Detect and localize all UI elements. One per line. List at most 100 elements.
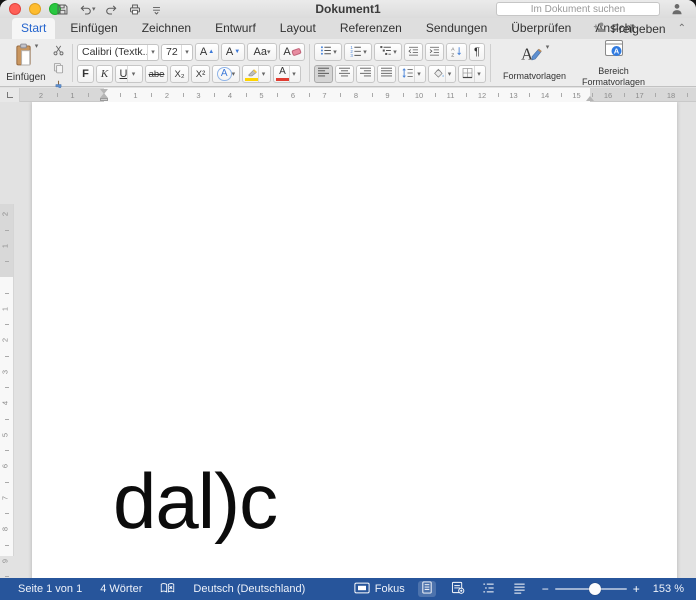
font-color-button[interactable]: A ▾ — [273, 65, 301, 83]
focus-mode-button[interactable]: Fokus — [354, 582, 405, 597]
multilevel-list-button[interactable]: ▾ — [374, 43, 402, 61]
page-count[interactable]: Seite 1 von 1 — [18, 583, 82, 595]
share-button[interactable]: Freigeben — [593, 21, 666, 36]
multilevel-list-icon — [379, 44, 393, 60]
styles-button[interactable]: A ▾ Formatvorlagen — [495, 42, 574, 84]
print-layout-view-button[interactable] — [418, 581, 436, 597]
horizontal-ruler[interactable]: 21123456789101112131415161718 — [0, 88, 696, 102]
ruler-number: 3 — [196, 91, 200, 100]
document-text[interactable]: dal)c b b eXarf — [113, 271, 294, 578]
ruler-number: 2 — [1, 212, 10, 216]
change-case-button[interactable]: Aa▾ — [247, 43, 277, 61]
align-center-icon — [338, 67, 351, 81]
ruler-number: 6 — [1, 464, 10, 468]
outline-view-icon — [482, 582, 495, 597]
ruler-tick — [57, 93, 58, 97]
ruler-number: 16 — [604, 91, 612, 100]
group-separator — [309, 44, 310, 82]
focus-icon — [354, 582, 370, 597]
zoom-out-button[interactable]: − — [542, 582, 549, 596]
collapse-ribbon-button[interactable]: ⌃ — [678, 23, 686, 34]
italic-button[interactable]: K — [96, 65, 113, 83]
shading-button[interactable]: ▾ — [428, 65, 456, 83]
hanging-indent-marker[interactable] — [100, 93, 108, 101]
bold-button[interactable]: F — [77, 65, 94, 83]
zoom-slider[interactable] — [555, 588, 627, 590]
paste-dropdown-caret[interactable]: ▾ — [35, 43, 39, 50]
ruler-tick — [561, 93, 562, 97]
status-bar: Seite 1 von 1 4 Wörter Deutsch (Deutschl… — [0, 578, 696, 600]
font-group: Calibri (Textk... ▾ 72 ▾ A▲ A▼ Aa▾ A — [77, 42, 305, 84]
zoom-level[interactable]: 153 % — [653, 583, 684, 595]
bullets-button[interactable]: ▾ — [314, 43, 342, 61]
show-paragraph-marks-button[interactable]: ¶ — [469, 43, 485, 61]
decrease-indent-button[interactable] — [404, 43, 423, 61]
tab-entwurf[interactable]: Entwurf — [206, 18, 265, 39]
ribbon: ▾ Einfügen Calibri (Textk... ▾ 72 ▾ — [0, 39, 696, 87]
ruler-number: 1 — [1, 243, 10, 247]
tab-einfügen[interactable]: Einfügen — [61, 18, 126, 39]
ruler-tick — [340, 93, 341, 97]
numbering-button[interactable]: 123 ▾ — [344, 43, 372, 61]
ruler-tick — [5, 293, 9, 294]
ruler-tick — [309, 93, 310, 97]
sort-button[interactable]: AZ — [446, 43, 467, 61]
paste-button[interactable]: ▾ Einfügen — [4, 42, 48, 84]
search-input[interactable] — [496, 2, 660, 16]
cut-button[interactable] — [52, 43, 65, 61]
ruler-number: 8 — [354, 91, 358, 100]
word-count[interactable]: 4 Wörter — [100, 583, 142, 595]
outline-view-button[interactable] — [480, 581, 498, 597]
shrink-font-button[interactable]: A▼ — [221, 43, 245, 61]
document-page[interactable]: dal)c b b eXarf — [32, 102, 677, 578]
ruler-tick — [403, 93, 404, 97]
paint-bucket-icon — [431, 67, 445, 82]
language-selector[interactable]: Deutsch (Deutschland) — [193, 583, 305, 595]
styles-pane-button[interactable]: A Bereich Formatvorlagen — [574, 42, 653, 84]
ruler-tick — [246, 93, 247, 97]
svg-text:3: 3 — [351, 53, 354, 57]
ruler-tick — [5, 230, 9, 231]
ruler-tick — [655, 93, 656, 97]
superscript-button[interactable]: X² — [191, 65, 210, 83]
zoom-in-button[interactable]: + — [633, 582, 640, 596]
web-layout-view-button[interactable] — [449, 581, 467, 597]
justify-icon — [380, 67, 393, 81]
justify-button[interactable] — [377, 65, 396, 83]
tab-überprüfen[interactable]: Überprüfen — [502, 18, 580, 39]
clear-formatting-button[interactable]: A — [279, 43, 305, 61]
line-spacing-button[interactable]: ▾ — [398, 65, 426, 83]
zoom-slider-knob[interactable] — [589, 583, 601, 595]
font-size-combo[interactable]: 72 ▾ — [161, 44, 193, 61]
proofing-status-button[interactable] — [160, 582, 175, 597]
increase-indent-button[interactable] — [425, 43, 444, 61]
strikethrough-button[interactable]: abe — [145, 65, 168, 83]
clipboard-icon — [14, 43, 33, 71]
copy-button[interactable] — [52, 61, 65, 79]
highlight-button[interactable]: ▾ — [242, 65, 271, 83]
tab-sendungen[interactable]: Sendungen — [417, 18, 496, 39]
subscript-button[interactable]: X₂ — [170, 65, 189, 83]
ruler-tick — [5, 545, 9, 546]
align-left-button[interactable] — [314, 65, 333, 83]
tab-referenzen[interactable]: Referenzen — [331, 18, 411, 39]
draft-view-button[interactable] — [511, 581, 529, 597]
align-center-button[interactable] — [335, 65, 354, 83]
borders-button[interactable]: ▾ — [458, 65, 486, 83]
tab-start[interactable]: Start — [12, 18, 55, 39]
text-effects-button[interactable]: A ▾ — [212, 65, 240, 83]
underline-button[interactable]: U ▾ — [115, 65, 143, 83]
numbered-list-icon: 123 — [349, 44, 363, 60]
grow-font-button[interactable]: A▲ — [195, 43, 219, 61]
align-right-button[interactable] — [356, 65, 375, 83]
tab-zeichnen[interactable]: Zeichnen — [133, 18, 200, 39]
font-name-combo[interactable]: Calibri (Textk... ▾ — [77, 44, 159, 61]
tab-layout[interactable]: Layout — [271, 18, 325, 39]
group-separator — [490, 44, 491, 82]
vertical-ruler[interactable]: 21123456789101112 — [0, 204, 14, 556]
ruler-number: 14 — [541, 91, 549, 100]
svg-text:A: A — [521, 45, 533, 64]
right-indent-marker[interactable] — [586, 96, 594, 101]
draft-view-icon — [513, 582, 526, 597]
borders-icon — [461, 67, 474, 82]
